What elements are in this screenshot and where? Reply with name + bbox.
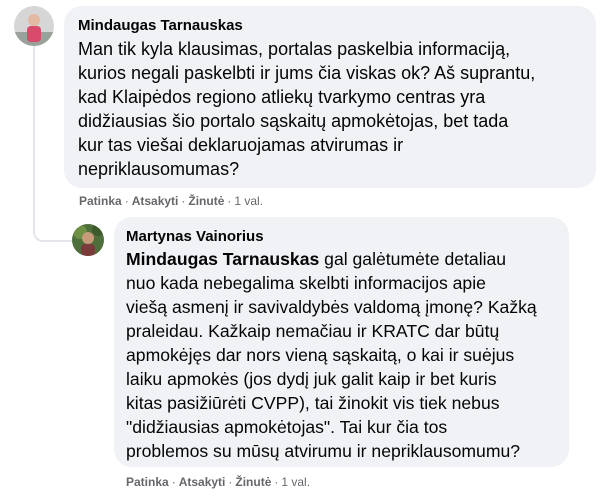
comment-text-line: kitas pasižiūrėti CVPP), tai žinokit vis…: [126, 393, 500, 413]
avatar[interactable]: [14, 6, 54, 46]
comment-text-fragment: gal galėtumėte detaliau: [319, 249, 507, 269]
comment-bubble: Mindaugas Tarnauskas Man tik kyla klausi…: [64, 6, 596, 188]
comment-text: Man tik kyla klausimas, portalas paskelb…: [78, 37, 582, 181]
comment-text-line: kur tas viešai deklaruojamas atvirumas i…: [78, 135, 404, 155]
comment-timestamp[interactable]: 1 val.: [234, 194, 263, 208]
comment-text-line: problemos su mūsų atvirumu ir nepriklaus…: [126, 441, 521, 461]
reply-link[interactable]: Atsakyti: [132, 194, 179, 208]
comment-actions: Patinka · Atsakyti · Žinutė · 1 val.: [126, 474, 310, 490]
separator-dot: ·: [274, 475, 279, 489]
comment-author[interactable]: Martynas Vainorius: [126, 227, 557, 246]
comment-text-line: nepriklausomumas?: [78, 159, 240, 179]
comment-text-line: nuo kada nebegalima skelbti informacijos…: [126, 273, 486, 293]
message-link[interactable]: Žinutė: [188, 194, 224, 208]
separator-dot: ·: [124, 194, 129, 208]
like-link[interactable]: Patinka: [79, 194, 122, 208]
comment-text-line: Man tik kyla klausimas, portalas paskelb…: [78, 39, 511, 59]
separator-dot: ·: [181, 194, 186, 208]
comment-text-line: kad Klaipėdos regiono atliekų tvarkymo c…: [78, 87, 486, 107]
profile-photo-icon: [72, 224, 104, 256]
reply-link[interactable]: Atsakyti: [179, 475, 226, 489]
reply-bubble: Martynas Vainorius Mindaugas Tarnauskas …: [114, 217, 569, 467]
comment-text-line: kurios negali paskelbti ir jums čia visk…: [78, 63, 536, 83]
separator-dot: ·: [227, 194, 232, 208]
comment-actions: Patinka · Atsakyti · Žinutė · 1 val.: [79, 193, 263, 209]
comment-author[interactable]: Mindaugas Tarnauskas: [78, 16, 582, 35]
comment-text: Mindaugas Tarnauskas gal galėtumėte deta…: [126, 247, 557, 463]
like-link[interactable]: Patinka: [126, 475, 169, 489]
comment-text-line: praleidau. Kažkaip nemačiau ir KRATC dar…: [126, 321, 500, 341]
separator-dot: ·: [171, 475, 176, 489]
message-link[interactable]: Žinutė: [235, 475, 271, 489]
avatar[interactable]: [72, 224, 104, 256]
comment-text-line: "didžiausias apmokėtojas". Tai kur čia t…: [126, 417, 448, 437]
separator-dot: ·: [228, 475, 233, 489]
comment-text-line: viešą asmenį ir savivaldybės valdomą įmo…: [126, 297, 537, 317]
comment-text-line: apmokėjęs dar nors vieną sąskaitą, o kai…: [126, 345, 515, 365]
comment-text-line: laiku apmokės (jos dydį juk galit kaip i…: [126, 369, 497, 389]
profile-photo-icon: [14, 6, 54, 46]
comment-text-line: didžiausias šio portalo sąskaitų apmokėt…: [78, 111, 509, 131]
mention-link[interactable]: Mindaugas Tarnauskas: [126, 249, 319, 269]
comment-timestamp[interactable]: 1 val.: [281, 475, 310, 489]
comment-text-line: Mindaugas Tarnauskas gal galėtumėte deta…: [126, 247, 557, 271]
